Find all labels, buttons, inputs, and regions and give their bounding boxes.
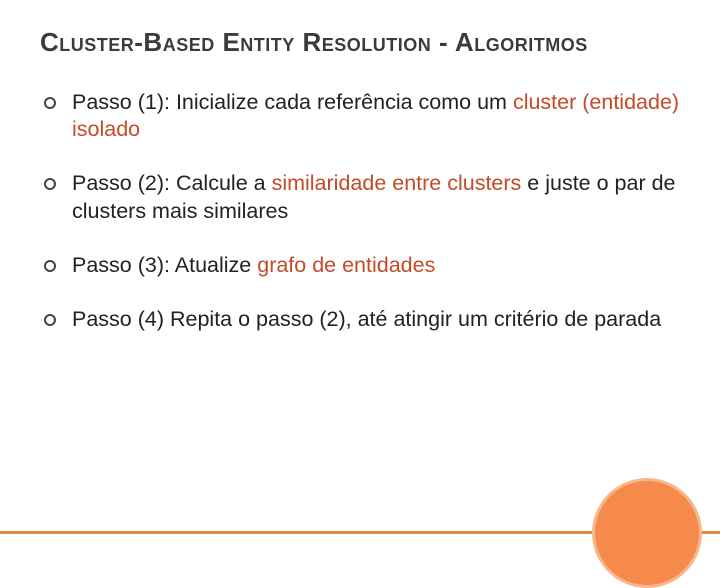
bullet-icon bbox=[44, 97, 56, 109]
bullet-icon bbox=[44, 314, 56, 326]
list-item-text: Passo (1): Inicialize cada referência co… bbox=[72, 89, 680, 145]
list-item: Passo (1): Inicialize cada referência co… bbox=[44, 89, 680, 145]
bullet-icon bbox=[44, 260, 56, 272]
text-part: Passo (2): Calcule a bbox=[72, 171, 272, 195]
text-part: Passo (1): Inicialize cada referência co… bbox=[72, 90, 513, 114]
slide: Cluster-Based Entity Resolution - Algori… bbox=[0, 0, 720, 540]
list-item-text: Passo (2): Calcule a similaridade entre … bbox=[72, 170, 680, 226]
slide-title: Cluster-Based Entity Resolution - Algori… bbox=[40, 26, 680, 59]
list-item: Passo (4) Repita o passo (2), até atingi… bbox=[44, 306, 680, 334]
list-item-text: Passo (3): Atualize grafo de entidades bbox=[72, 252, 680, 280]
list-item: Passo (2): Calcule a similaridade entre … bbox=[44, 170, 680, 226]
footer-circle-icon bbox=[592, 478, 702, 588]
list-item: Passo (3): Atualize grafo de entidades bbox=[44, 252, 680, 280]
bullet-list: Passo (1): Inicialize cada referência co… bbox=[40, 89, 680, 335]
text-part: Passo (4) Repita o passo (2), até atingi… bbox=[72, 307, 661, 331]
text-highlight: grafo de entidades bbox=[257, 253, 435, 277]
text-part: Passo (3): Atualize bbox=[72, 253, 257, 277]
list-item-text: Passo (4) Repita o passo (2), até atingi… bbox=[72, 306, 680, 334]
bullet-icon bbox=[44, 178, 56, 190]
text-highlight: similaridade entre clusters bbox=[272, 171, 522, 195]
